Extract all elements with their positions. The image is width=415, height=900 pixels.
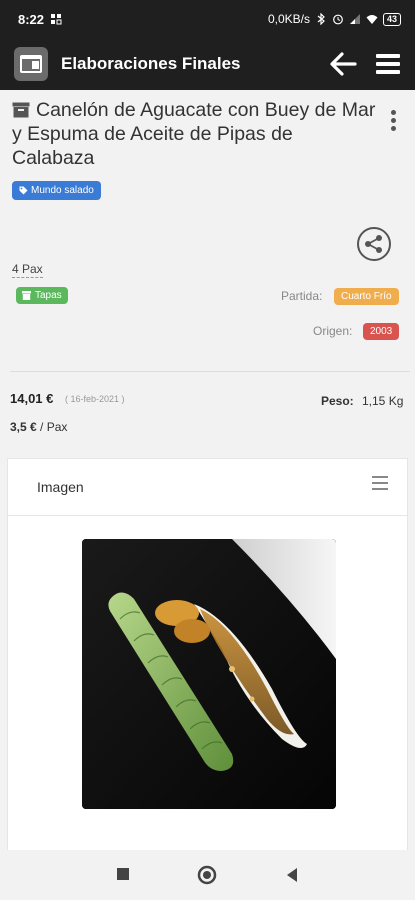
alarm-icon [333,14,343,25]
type-tag[interactable]: Tapas [16,287,68,304]
divider [10,371,410,372]
signal-icon [349,14,360,24]
peso-value: 1,15 Kg [362,394,404,408]
battery-icon: 43 [382,12,401,26]
partida-badge: Cuarto Frío [334,288,399,305]
price-per-pax-unit: / Pax [36,420,68,434]
status-time: 8:22 [18,11,45,27]
arrow-left-icon[interactable] [329,51,357,77]
image-card-header: Imagen [8,459,407,516]
back-button[interactable] [285,867,299,883]
tag-icon [19,186,28,195]
status-bar: 8:22 0,0KB/s 43 [0,0,415,38]
price-per-pax-value: 3,5 € [10,420,37,434]
recipe-title-row: Canelón de Aguacate con Buey de Mar y Es… [12,98,377,170]
image-card-title: Imagen [37,479,84,495]
archive-box-icon [12,102,30,118]
share-button[interactable] [357,227,391,261]
share-icon [365,235,382,253]
app-bar: Elaboraciones Finales [0,38,415,90]
wifi-icon [366,15,378,24]
price-per-pax: 3,5 € / Pax [10,420,67,434]
price: 14,01 € [10,391,54,406]
recents-button[interactable] [116,867,130,881]
servings[interactable]: 4 Pax [12,262,43,278]
window-icon[interactable] [14,47,48,81]
recipe-title: Canelón de Aguacate con Buey de Mar y Es… [12,99,376,169]
archive-box-icon [22,291,31,300]
network-speed: 0,0KB/s [267,12,310,26]
kebab-icon[interactable] [389,110,397,134]
origen-label: Origen: [313,324,353,338]
image-card: Imagen [7,458,408,850]
category-tag-label: Mundo salado [31,185,94,196]
partida-label: Partida: [281,289,323,303]
bluetooth-icon [317,13,325,25]
home-button[interactable] [197,865,217,885]
recipe-photo [82,539,336,809]
app-title: Elaboraciones Finales [61,54,241,73]
peso-label: Peso: [321,394,354,408]
origen-badge: 2003 [363,323,400,340]
system-navigation-bar [0,850,415,900]
hamburger-icon[interactable] [372,476,388,494]
hamburger-icon[interactable] [375,52,401,76]
notification-icon [51,14,62,25]
type-tag-label: Tapas [35,290,62,301]
category-tag[interactable]: Mundo salado [12,181,101,200]
recipe-detail: Canelón de Aguacate con Buey de Mar y Es… [0,90,415,850]
price-date: ( 16-feb-2021 ) [65,394,125,404]
